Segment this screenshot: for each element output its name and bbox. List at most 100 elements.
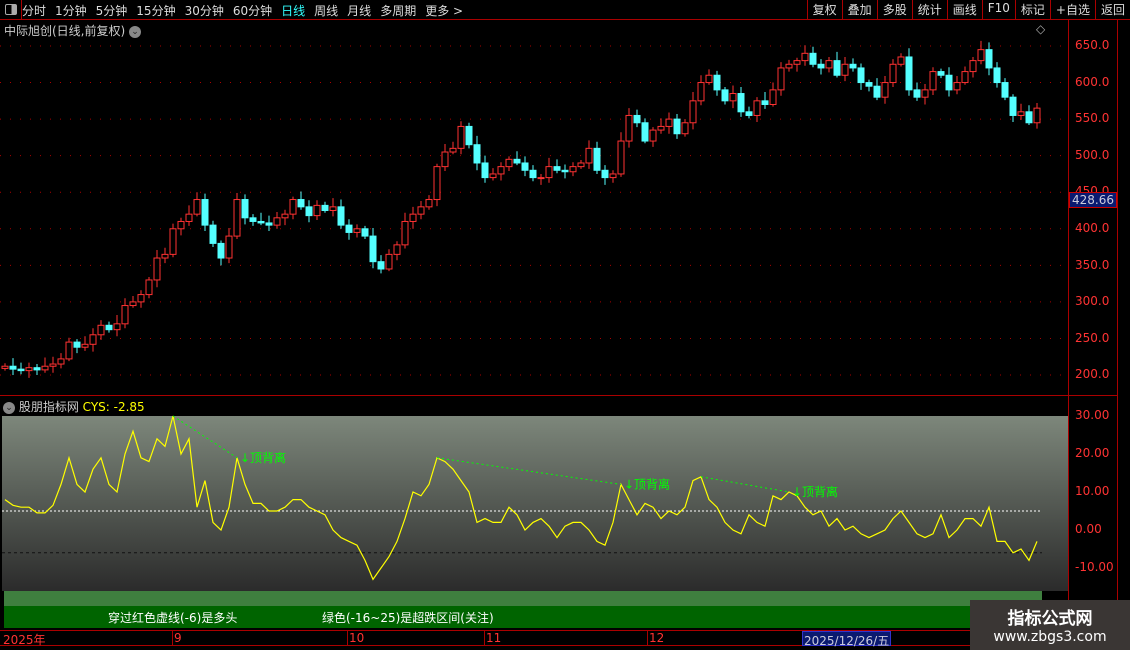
period-tab[interactable]: 30分钟 <box>185 2 224 19</box>
candle-down <box>601 169 609 179</box>
candle-down <box>73 341 81 348</box>
price-tick: 200.0 <box>1075 367 1110 382</box>
zone-bar <box>4 591 1042 606</box>
candle-down <box>593 147 601 171</box>
candle-down <box>993 67 1001 84</box>
tool-button[interactable]: 标记 <box>1014 0 1050 20</box>
candle-up <box>785 63 793 69</box>
tool-button[interactable]: 返回 <box>1094 0 1130 20</box>
candle-up <box>497 166 505 175</box>
side-panel-strip[interactable] <box>1117 20 1130 630</box>
candle-up <box>569 166 577 173</box>
candle-up <box>329 206 337 212</box>
tool-button[interactable]: 统计 <box>911 0 947 20</box>
candle-up <box>665 118 673 127</box>
candle-down <box>721 89 729 102</box>
period-tab[interactable]: 日线 <box>281 2 305 19</box>
candle-up <box>961 71 969 84</box>
candle-down <box>737 93 745 113</box>
candle-down <box>833 60 841 76</box>
tool-button[interactable]: 画线 <box>946 0 982 20</box>
candle-down <box>985 49 993 69</box>
tool-button[interactable]: 多股 <box>876 0 912 20</box>
layout-toggle-button[interactable] <box>0 0 22 20</box>
candle-up <box>65 341 73 360</box>
candle-up <box>625 114 633 142</box>
candle-up <box>537 177 545 180</box>
period-tab[interactable]: 更多 > <box>425 2 463 19</box>
candle-up <box>57 358 65 365</box>
period-tab[interactable]: 60分钟 <box>233 2 272 19</box>
price-tick: 300.0 <box>1075 294 1110 309</box>
candle-up <box>97 324 105 336</box>
candle-up <box>801 52 809 62</box>
candle-up <box>145 279 153 296</box>
candle-up <box>401 220 409 246</box>
candle-up <box>457 125 465 149</box>
candle-down <box>201 199 209 226</box>
candle-down <box>9 365 17 370</box>
candle-down <box>265 222 273 226</box>
candle-up <box>289 199 297 215</box>
candle-down <box>905 56 913 91</box>
candle-up <box>153 257 161 281</box>
candle-up <box>705 74 713 84</box>
candle-up <box>313 204 321 217</box>
candle-up <box>1017 111 1025 116</box>
candle-down <box>361 228 369 237</box>
candle-down <box>521 162 529 171</box>
candle-down <box>817 63 825 69</box>
top-toolbar: 分时 1分钟 5分钟 15分钟 30分钟 60分钟 日线 周线 月线 多周期 更多 > 复权 叠加 多股… <box>0 0 1130 20</box>
candle-up <box>977 49 985 62</box>
candle-down <box>481 162 489 179</box>
candle-up <box>657 125 665 131</box>
period-tab[interactable]: 分时 <box>22 2 46 19</box>
period-tab[interactable]: 多周期 <box>380 2 416 19</box>
price-tick: 650.0 <box>1075 38 1110 52</box>
period-tab[interactable]: 月线 <box>347 2 371 19</box>
tool-button[interactable]: 叠加 <box>841 0 877 20</box>
tool-button[interactable]: 复权 <box>806 0 842 20</box>
candle-up <box>921 89 929 98</box>
date-axis: 2025年 9 10 11 12 2025/12/26/五 <box>0 630 1117 648</box>
candle-down <box>105 324 113 331</box>
candle-up <box>505 158 513 168</box>
candle-up <box>841 63 849 76</box>
candle-up <box>777 67 785 91</box>
candle-up <box>185 213 193 222</box>
candle-up <box>609 173 617 179</box>
candle-down <box>857 67 865 84</box>
candle-up <box>225 235 233 259</box>
date-label: 9 <box>172 631 182 645</box>
price-tick: 250.0 <box>1075 330 1110 345</box>
period-tab[interactable]: 5分钟 <box>96 2 128 19</box>
tool-button[interactable]: +自选 <box>1049 0 1095 20</box>
candle-up <box>433 166 441 201</box>
candle-up <box>129 301 137 307</box>
candle-down <box>633 114 641 124</box>
period-tab[interactable]: 周线 <box>314 2 338 19</box>
period-tab[interactable]: 15分钟 <box>136 2 175 19</box>
candle-up <box>969 60 977 73</box>
period-tab[interactable]: 1分钟 <box>55 2 87 19</box>
candle-up <box>41 365 49 371</box>
divergence-label: ↓顶背离 <box>792 484 838 499</box>
candle-up <box>177 220 185 230</box>
candle-down <box>553 166 561 171</box>
divergence-line <box>436 457 622 485</box>
candle-up <box>577 162 585 168</box>
cys-indicator-chart: ↓顶背离 ↓顶背离 ↓顶背离 <box>2 415 1042 581</box>
candle-down <box>1001 82 1009 98</box>
candle-up <box>233 199 241 237</box>
candle-down <box>513 158 521 164</box>
candle-up <box>953 82 961 91</box>
tool-button[interactable]: F10 <box>981 0 1015 20</box>
candle-up <box>729 93 737 102</box>
candle-up <box>881 82 889 98</box>
candle-up <box>161 253 169 259</box>
indicator-tick: 10.00 <box>1075 484 1110 498</box>
candle-down <box>345 224 353 233</box>
candle-up <box>409 213 417 222</box>
candle-up <box>113 323 121 331</box>
candle-up <box>25 367 33 372</box>
